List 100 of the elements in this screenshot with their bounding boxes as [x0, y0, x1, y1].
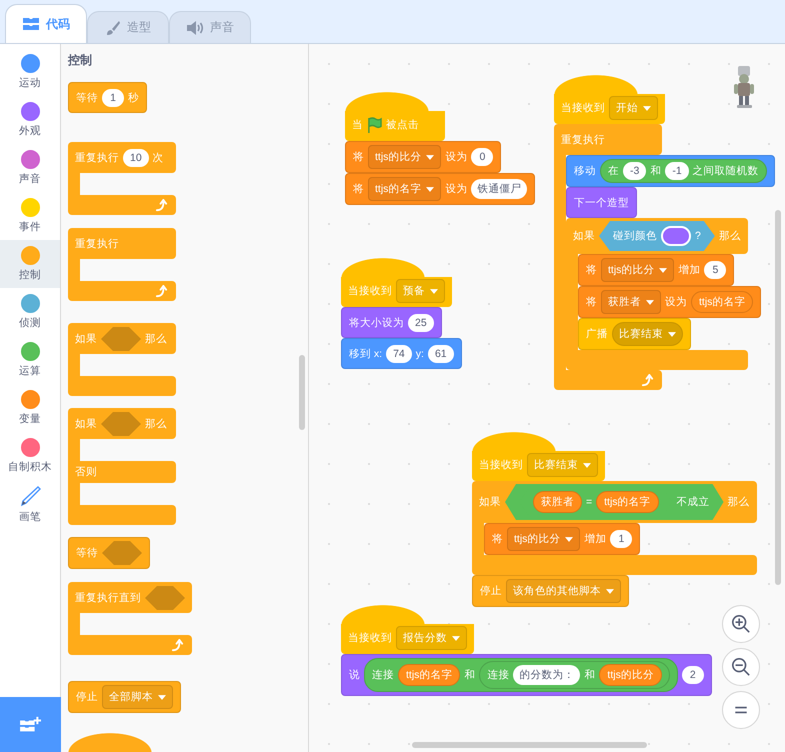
block-label: 重复执行 [75, 236, 119, 250]
add-extension-button[interactable] [0, 697, 61, 752]
zoom-in-button[interactable] [722, 605, 760, 643]
speaker-icon [186, 20, 204, 34]
block-label: 次 [152, 150, 164, 164]
text-input[interactable]: 的分数为： [513, 665, 580, 685]
variable-reporter: 获胜者 [533, 491, 582, 513]
variable-reporter: ttjs的名字 [596, 491, 659, 513]
code-blocks-icon [22, 17, 40, 31]
block-label: 重复执行直到 [75, 590, 141, 604]
number-input[interactable]: 1 [610, 530, 632, 548]
block-label: 停止 [480, 584, 502, 598]
block-label: 如果 [573, 229, 595, 243]
caret-icon [659, 268, 668, 272]
caret-icon [565, 536, 574, 542]
block-label: 当 [352, 118, 363, 132]
block-label: 移到 x: [349, 346, 382, 360]
category-item[interactable]: 事件 [0, 192, 60, 240]
caret-icon [643, 106, 651, 110]
block-label: 之间取随机数 [692, 164, 759, 178]
block-label: 重复执行 [561, 132, 605, 146]
block-label: 将 [353, 182, 364, 196]
block-label: 将大小设为 [349, 316, 404, 330]
block-label: 那么 [145, 416, 167, 430]
variable-reporter: ttjs的比分 [599, 664, 662, 686]
number-input[interactable]: 61 [428, 344, 454, 362]
block-label: 等待 [76, 90, 98, 104]
number-input[interactable]: 0 [471, 148, 494, 166]
block-label: 说 [349, 668, 360, 682]
category-item[interactable]: 声音 [0, 144, 60, 192]
block-label: y: [416, 348, 424, 360]
block-label: 设为 [445, 150, 468, 164]
block-label: 当接收到 [561, 101, 605, 115]
variable-reporter: ttjs的名字 [691, 291, 754, 313]
block-label: 广播 [586, 327, 608, 341]
block-label: 移动 [574, 164, 596, 178]
block-label: 下一个造型 [574, 196, 629, 210]
block-label: 否则 [75, 465, 97, 479]
text-input[interactable]: 铁通僵尸 [471, 179, 528, 199]
block-label: 如果 [479, 495, 501, 509]
block-label: 被点击 [386, 118, 419, 132]
caret-icon [583, 462, 591, 468]
block-label: 将 [353, 150, 364, 164]
number-input[interactable]: 74 [386, 344, 412, 362]
block-label: 设为 [665, 295, 687, 309]
block-label: 将 [586, 295, 597, 309]
block-label: 和 [464, 668, 476, 682]
block-label: = [586, 496, 592, 508]
brush-icon [105, 20, 121, 36]
category-item[interactable]: 运动 [0, 48, 60, 96]
block-label: 如果 [75, 332, 97, 346]
extension-icon [18, 714, 42, 734]
block-label: ? [695, 230, 701, 242]
number-input[interactable]: 1 [102, 88, 124, 106]
category-item[interactable]: 画笔 [0, 480, 60, 528]
caret-icon [668, 332, 676, 336]
boolean-slot[interactable] [101, 326, 141, 350]
block-label: 如果 [75, 416, 97, 430]
category-item[interactable]: 侦测 [0, 288, 60, 336]
boolean-slot[interactable] [102, 541, 142, 565]
color-swatch[interactable] [661, 226, 691, 246]
reset-zoom-button[interactable] [722, 691, 760, 729]
caret-icon [158, 694, 166, 700]
block-label: 当接收到 [479, 458, 523, 472]
block-label: 那么 [718, 229, 741, 243]
boolean-slot[interactable] [101, 412, 141, 436]
caret-icon [452, 636, 460, 640]
number-input[interactable]: 10 [123, 148, 149, 166]
scrollbar[interactable] [775, 210, 781, 585]
caret-icon [426, 154, 434, 160]
number-input[interactable]: 5 [704, 261, 726, 279]
zoom-out-button[interactable] [722, 648, 760, 686]
category-item[interactable]: 外观 [0, 96, 60, 144]
block-label: 和 [650, 164, 662, 178]
block-label: 秒 [128, 90, 139, 104]
zoom-out-icon [731, 657, 751, 677]
block-label: 和 [584, 668, 596, 682]
category-item[interactable]: 控制 [0, 240, 60, 288]
palette-title: 控制 [68, 52, 93, 69]
category-item[interactable]: 变量 [0, 384, 60, 432]
block-label: 当接收到 [348, 631, 392, 645]
scrollbar[interactable] [412, 742, 647, 748]
category-item[interactable]: 自制积木 [0, 432, 60, 480]
block-label: 连接 [372, 668, 394, 682]
block-label: 增加 [584, 532, 606, 546]
number-input[interactable]: -1 [665, 162, 689, 180]
block-label: 当接收到 [348, 284, 392, 298]
scrollbar[interactable] [299, 355, 305, 430]
number-input[interactable]: 25 [408, 314, 434, 332]
block-label: 那么 [728, 495, 750, 509]
caret-icon [606, 588, 614, 594]
number-input[interactable]: 2 [682, 666, 704, 684]
block-label: 设为 [445, 182, 468, 196]
block-label: 重复执行 [75, 150, 119, 164]
category-item[interactable]: 运算 [0, 336, 60, 384]
boolean-slot[interactable] [145, 586, 185, 610]
block-label: 将 [492, 532, 503, 546]
caret-icon [430, 288, 438, 294]
zoom-in-icon [731, 614, 751, 634]
number-input[interactable]: -3 [623, 162, 646, 180]
